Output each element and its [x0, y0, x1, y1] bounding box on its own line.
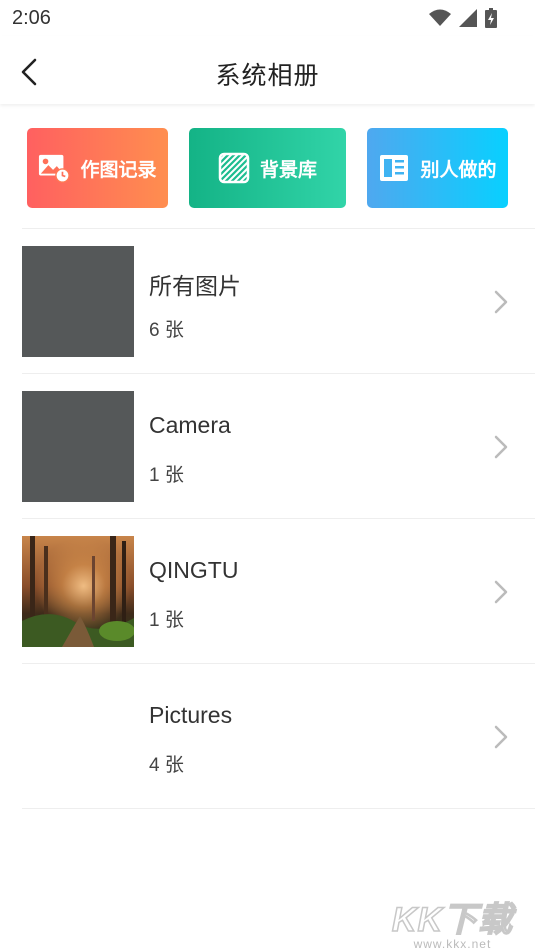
album-name: 所有图片 [149, 273, 241, 299]
watermark: KK下载 www.kkx.net [391, 892, 513, 951]
pattern-icon [218, 152, 250, 184]
image-history-icon [38, 152, 71, 184]
album-row-all[interactable]: 所有图片 6 张 [22, 229, 535, 374]
shortcut-bar: 作图记录 背景库 别人做的 [0, 104, 535, 208]
status-icons [429, 8, 497, 28]
forest-photo [22, 536, 135, 647]
album-count: 1 张 [149, 610, 184, 631]
album-thumbnail [22, 391, 134, 502]
history-label: 作图记录 [80, 159, 157, 181]
page-title: 系统相册 [215, 62, 320, 90]
wifi-icon [429, 9, 451, 26]
history-button[interactable]: 作图记录 [27, 128, 168, 208]
album-count: 4 张 [149, 755, 184, 776]
album-thumbnail [22, 681, 134, 792]
album-count: 1 张 [149, 465, 184, 486]
others-made-button[interactable]: 别人做的 [367, 128, 508, 208]
album-name: QINGTU [149, 557, 239, 583]
chevron-right-icon [494, 290, 508, 314]
album-name: Camera [149, 412, 231, 438]
album-row-camera[interactable]: Camera 1 张 [22, 374, 535, 519]
album-count: 6 张 [149, 320, 184, 341]
chevron-right-icon [494, 725, 508, 749]
background-library-button[interactable]: 背景库 [189, 128, 346, 208]
album-thumbnail [22, 536, 135, 647]
app-bar: 系统相册 [0, 36, 535, 104]
background-library-label: 背景库 [259, 159, 317, 181]
signal-icon [459, 9, 477, 27]
album-thumbnail [22, 246, 134, 357]
chevron-right-icon [494, 435, 508, 459]
battery-icon [485, 8, 497, 28]
chevron-right-icon [494, 580, 508, 604]
album-row-qingtu[interactable]: QINGTU 1 张 [22, 519, 535, 664]
status-bar: 2:06 [0, 0, 535, 36]
watermark-logo: KK下载 [391, 900, 513, 940]
album-list: 所有图片 6 张 Camera 1 张 QINGTU 1 张 Pictures … [22, 228, 535, 809]
album-row-pictures[interactable]: Pictures 4 张 [22, 664, 535, 809]
album-name: Pictures [149, 702, 233, 728]
others-made-label: 别人做的 [420, 159, 497, 181]
layout-icon [378, 152, 410, 184]
status-time: 2:06 [12, 7, 51, 29]
